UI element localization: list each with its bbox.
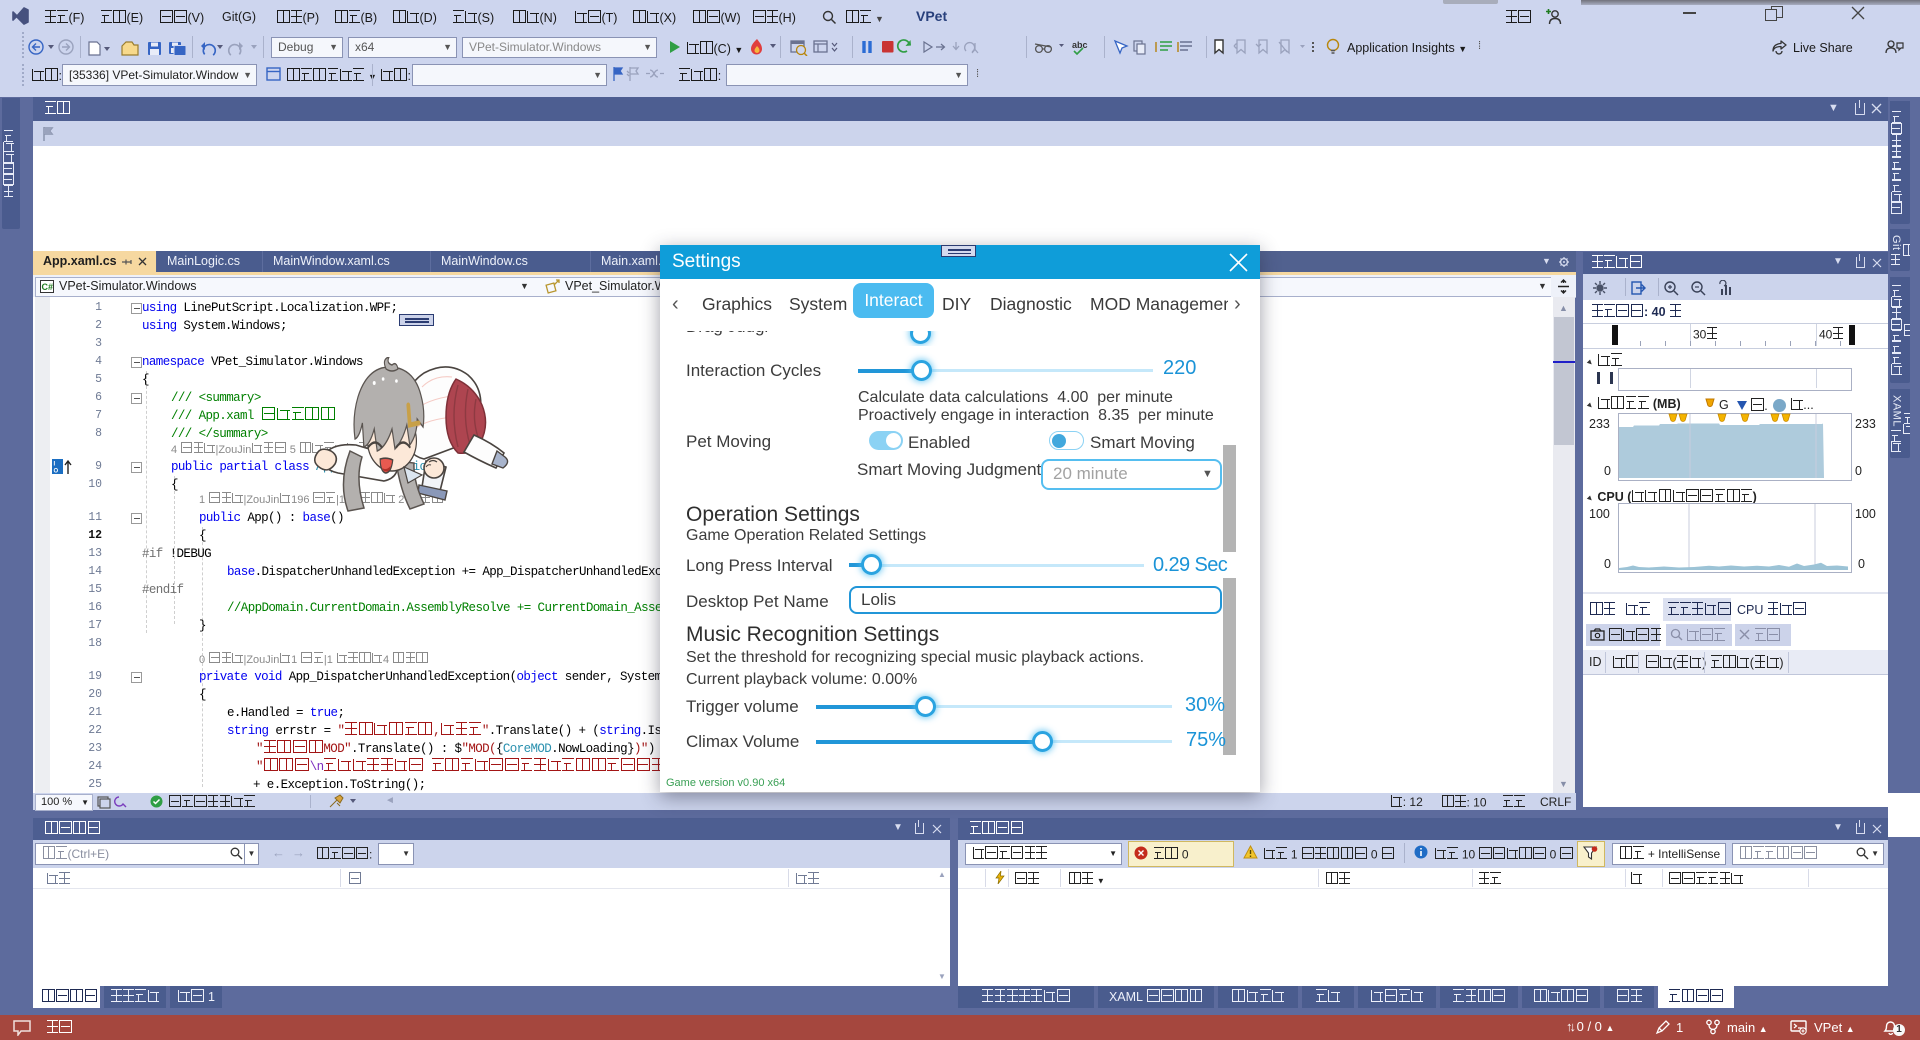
svg-text:C#: C# xyxy=(42,282,54,292)
svg-text:O: O xyxy=(54,469,59,475)
svg-text:abc: abc xyxy=(1072,40,1088,50)
